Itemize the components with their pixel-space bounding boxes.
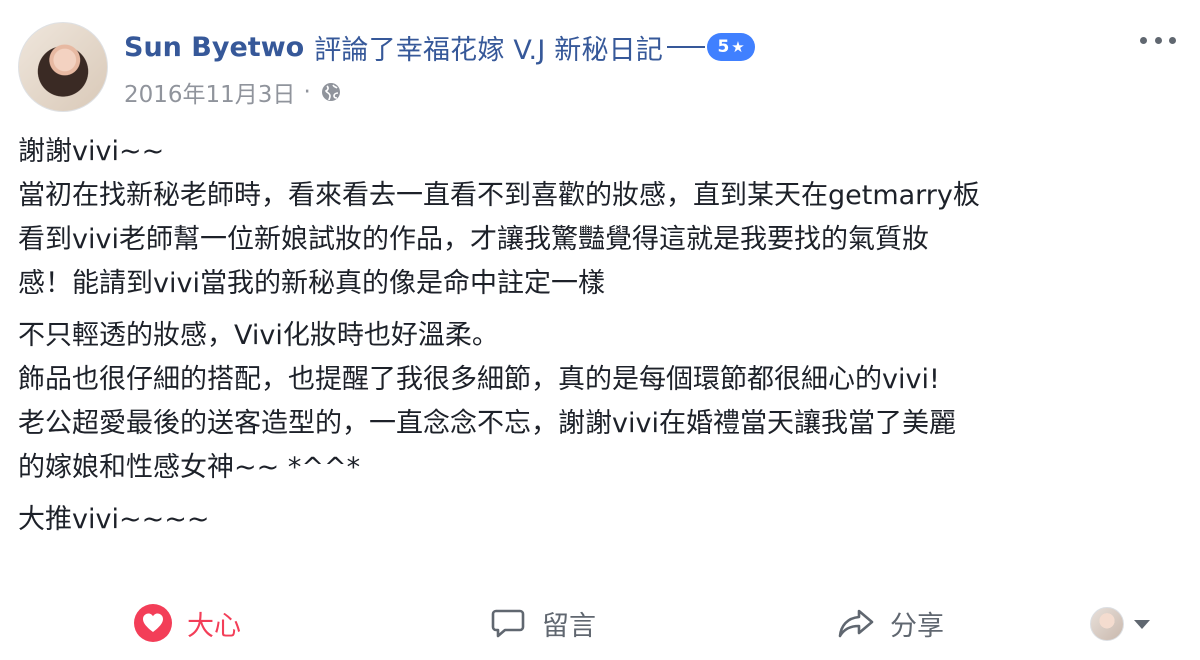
post-paragraph: 大推vivi~~~~ (18, 504, 210, 535)
more-options-icon[interactable] (1140, 34, 1176, 46)
share-label: 分享 (890, 610, 944, 642)
star-icon: ★ (731, 38, 745, 56)
comment-label: 留言 (542, 610, 596, 642)
rating-connector (667, 46, 706, 48)
comment-button[interactable]: 留言 (488, 598, 596, 648)
rating-badge[interactable]: 5 ★ (707, 33, 756, 61)
caret-down-icon (1134, 619, 1150, 629)
review-action-text[interactable]: 評論了幸福花嫁 V.J 新秘日記 (314, 28, 663, 67)
post-paragraph: 謝謝vivi~~ 當初在找新秘老師時，看來看去一直看不到喜歡的妝感，直到某天在g… (18, 136, 980, 299)
post-date[interactable]: 2016年11月3日 (124, 75, 295, 109)
author-avatar[interactable] (18, 22, 108, 112)
comment-icon (491, 609, 525, 638)
audience-selector[interactable] (1090, 606, 1150, 642)
love-reaction-button[interactable]: 大心 (133, 598, 241, 648)
viewer-avatar (1090, 607, 1124, 641)
rating-value: 5 (717, 37, 730, 57)
share-icon (838, 609, 874, 638)
author-name[interactable]: Sun Byetwo (124, 32, 304, 63)
post-header: Sun Byetwo 評論了幸福花嫁 V.J 新秘日記 5 ★ (124, 27, 756, 67)
post-body: 謝謝vivi~~ 當初在找新秘老師時，看來看去一直看不到喜歡的妝感，直到某天在g… (18, 130, 1186, 550)
globe-icon[interactable] (321, 82, 341, 102)
love-reaction-label: 大心 (187, 610, 241, 642)
post-actions-bar: 大心 留言 分享 (0, 598, 1200, 650)
meta-separator: · (303, 79, 311, 105)
post-paragraph: 不只輕透的妝感，Vivi化妝時也好溫柔。 飾品也很仔細的搭配，也提醒了我很多細節… (18, 320, 956, 483)
share-button[interactable]: 分享 (836, 598, 944, 648)
post-meta: 2016年11月3日 · (124, 76, 341, 108)
heart-icon (134, 604, 172, 642)
